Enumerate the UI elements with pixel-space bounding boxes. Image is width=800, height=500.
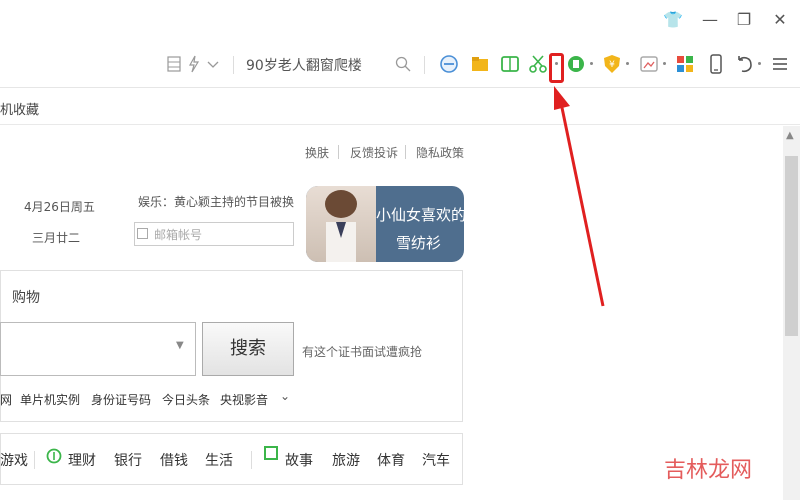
book-icon[interactable] [500, 54, 520, 74]
category-item[interactable]: 理财 [68, 450, 96, 470]
hot-link[interactable]: 网 [0, 391, 12, 408]
banner-subtitle: 雪纺衫 [396, 234, 442, 252]
skin-icon[interactable]: 👕 [661, 8, 685, 32]
promo-link[interactable]: 有这个证书面试遭疯抢 [302, 343, 422, 360]
dropdown-dot[interactable] [590, 62, 593, 65]
bookmarks-bar [0, 89, 800, 125]
close-button[interactable]: ✕ [768, 8, 792, 32]
divider [338, 145, 339, 159]
category-item[interactable]: 汽车 [422, 450, 450, 470]
highlight-box [549, 53, 564, 83]
divider [233, 56, 234, 74]
dropdown-dot[interactable] [663, 62, 666, 65]
coupon-shield-icon[interactable]: ¥ [602, 54, 622, 74]
search-button[interactable]: 搜索 [202, 322, 294, 376]
hot-link[interactable]: 身份证号码 [91, 391, 151, 408]
shopping-search-input[interactable] [0, 322, 196, 376]
folder-icon[interactable] [470, 54, 490, 74]
wallet-icon[interactable] [566, 54, 586, 74]
divider [405, 145, 406, 159]
lightning-icon[interactable] [188, 55, 200, 73]
image-icon[interactable] [639, 54, 659, 74]
search-icon[interactable] [395, 56, 411, 72]
hot-link[interactable]: 今日头条 [162, 391, 210, 408]
apps-icon[interactable] [675, 54, 695, 74]
banner-photo [306, 186, 376, 262]
email-checkbox[interactable] [137, 228, 148, 239]
news-headline[interactable]: 娱乐：黄心颖主持的节目被换 [138, 193, 294, 210]
bookmark-mobile-favorites[interactable]: 机收藏 [0, 99, 39, 118]
banner-title: 小仙女喜欢的 [376, 206, 467, 224]
lunar-date-text: 三月廿二 [32, 231, 81, 245]
scissors-icon[interactable] [528, 54, 548, 74]
search-input[interactable]: 90岁老人翻窗爬楼 [246, 55, 362, 75]
scroll-up-arrow[interactable]: ▲ [786, 130, 794, 141]
chevron-down-icon[interactable]: ⌄ [280, 389, 290, 403]
category-item[interactable]: 故事 [285, 450, 313, 470]
divider [34, 451, 35, 469]
phone-icon[interactable] [706, 54, 726, 74]
email-placeholder: 邮箱帐号 [154, 228, 203, 242]
dropdown-dot[interactable] [626, 62, 629, 65]
feedback-link[interactable]: 反馈投诉 [350, 144, 398, 161]
watermark: 吉林龙网 [664, 458, 753, 483]
menu-icon[interactable] [770, 54, 790, 74]
story-icon [264, 446, 278, 460]
minus-circle-icon[interactable] [439, 54, 459, 74]
minimize-button[interactable]: — [698, 8, 722, 32]
tab-shopping[interactable]: 购物 [12, 287, 40, 307]
hot-link[interactable]: 央视影音 [220, 391, 268, 408]
category-item[interactable]: 生活 [205, 450, 233, 470]
svg-text:¥: ¥ [609, 60, 615, 70]
scrollbar-thumb[interactable] [785, 156, 798, 336]
category-item[interactable]: 体育 [377, 450, 405, 470]
category-item[interactable]: 借钱 [160, 450, 188, 470]
chevron-down-icon[interactable]: ▼ [176, 340, 184, 351]
privacy-link[interactable]: 隐私政策 [416, 144, 464, 161]
annotation-arrow [554, 86, 605, 307]
category-item[interactable]: 银行 [114, 450, 142, 470]
grid-icon[interactable] [167, 56, 181, 72]
chevron-down-icon[interactable] [207, 61, 219, 69]
divider [424, 56, 425, 74]
skin-link[interactable]: 换肤 [305, 144, 329, 161]
category-item[interactable]: 游戏 [0, 450, 28, 470]
date-text: 4月26日周五 [24, 200, 95, 214]
dropdown-dot[interactable] [758, 62, 761, 65]
category-item[interactable]: 旅游 [332, 450, 360, 470]
hot-link[interactable]: 单片机实例 [20, 391, 80, 408]
divider [251, 451, 252, 469]
restore-button[interactable]: ❐ [732, 8, 756, 32]
finance-icon [46, 448, 62, 464]
undo-icon[interactable] [735, 54, 755, 74]
